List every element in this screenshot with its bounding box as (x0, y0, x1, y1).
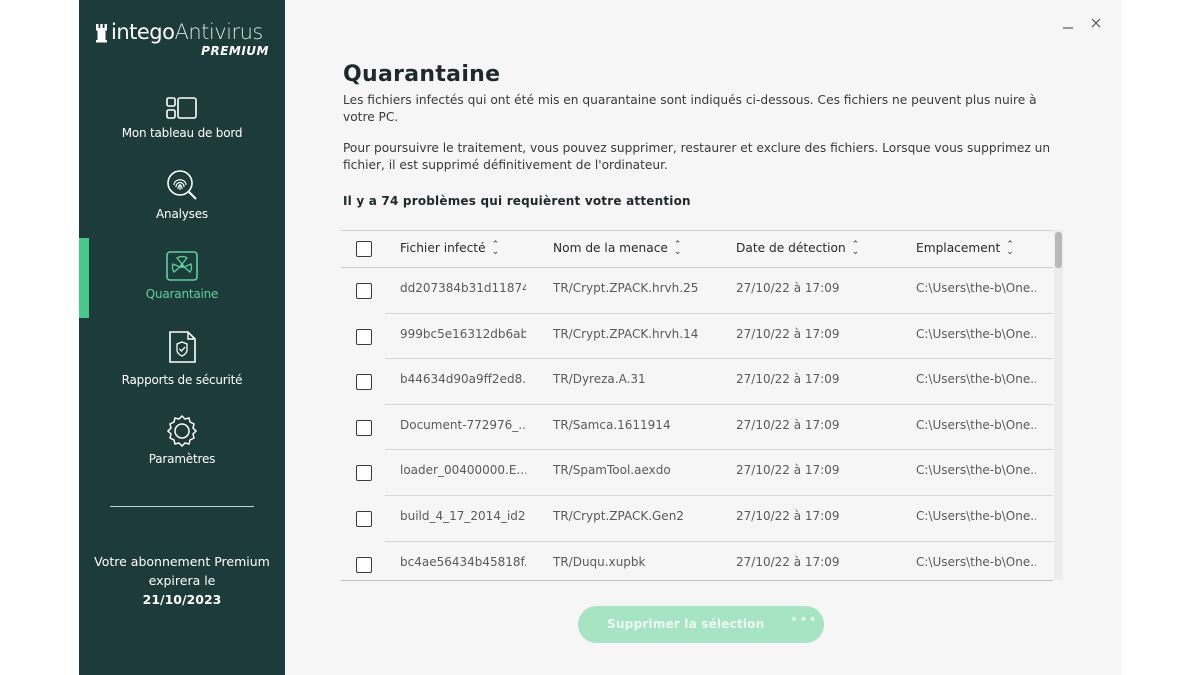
sidebar-item-label: Paramètres (148, 452, 216, 466)
gear-icon (166, 414, 198, 448)
cell-threat: TR/Crypt.ZPACK.hrvh.14 (553, 326, 699, 341)
column-header-date[interactable]: Date de détection ⌃ ⌄ (736, 239, 860, 257)
table-row[interactable]: bc4ae56434b45818f... TR/Duqu.xupbk 27/10… (341, 542, 1053, 580)
table-row[interactable]: b44634d90a9ff2ed8... TR/Dyreza.A.31 27/1… (341, 359, 1053, 405)
cell-file: build_4_17_2014_id2... (400, 509, 526, 523)
more-options-button[interactable]: ••• (790, 612, 818, 628)
subscription-expiry-date: 21/10/2023 (142, 592, 222, 607)
sort-icon: ⌃ ⌄ (491, 239, 500, 257)
sidebar-item-label: Analyses (156, 207, 208, 221)
cell-file: b44634d90a9ff2ed8... (400, 372, 526, 387)
sidebar: integoAntivirus PREMIUM Mon tableau de b… (79, 0, 285, 675)
sort-icon: ⌃ ⌄ (1006, 239, 1014, 257)
table-header: Fichier infecté ⌃ ⌄ Nom de la menace ⌃ ⌄ Dat… (341, 230, 1053, 268)
subscription-info: Votre abonnement Premium expirera le 21/… (79, 552, 285, 609)
sidebar-item-settings[interactable]: Paramètres (79, 414, 285, 494)
sidebar-item-security-reports[interactable]: Rapports de sécurité (79, 330, 285, 410)
sort-icon: ⌃ ⌄ (851, 239, 860, 257)
row-checkbox[interactable] (356, 328, 372, 345)
description-paragraph-1: Les fichiers infectés qui ont été mis en… (343, 93, 1037, 124)
cell-location: C:\Users\the-b\One... (916, 554, 1036, 569)
sidebar-item-label: Quarantaine (145, 287, 219, 301)
intego-tower-icon (96, 24, 107, 43)
table-row[interactable]: 999bc5e16312db6ab... TR/Crypt.ZPACK.hrvh… (341, 314, 1053, 360)
description-paragraph-2: Pour poursuivre le traitement, vous pouv… (343, 141, 1051, 172)
issues-count: Il y a 74 problèmes qui requièrent votre… (343, 194, 691, 208)
column-header-threat[interactable]: Nom de la menace ⌃ ⌄ (553, 239, 682, 257)
delete-selection-button-group: Supprimer la sélection ••• (578, 606, 824, 643)
close-icon (1091, 18, 1101, 28)
row-checkbox[interactable] (356, 283, 372, 299)
cell-file: 999bc5e16312db6ab... (400, 326, 526, 341)
minimize-button[interactable] (1059, 16, 1077, 34)
cell-date: 27/10/22 à 17:09 (736, 509, 840, 523)
cell-file: loader_00400000.E... (400, 463, 526, 478)
scrollbar-track[interactable] (1054, 230, 1063, 580)
table-bottom-border (341, 580, 1053, 581)
cell-file: dd207384b31d11874... (400, 281, 526, 295)
cell-location: C:\Users\the-b\One... (916, 372, 1036, 387)
app-window: integoAntivirus PREMIUM Mon tableau de b… (79, 0, 1121, 675)
table-row[interactable]: dd207384b31d11874... TR/Crypt.ZPACK.hrvh… (341, 268, 1053, 314)
table-row[interactable]: loader_00400000.E... TR/SpamTool.aexdo 2… (341, 450, 1053, 496)
page-title: Quarantaine (343, 62, 501, 87)
select-all-checkbox[interactable] (356, 241, 372, 257)
sidebar-item-dashboard[interactable]: Mon tableau de bord (79, 96, 285, 176)
edition-label: PREMIUM (201, 44, 269, 58)
table-row[interactable]: Document-772976_... TR/Samca.1611914 27/… (341, 405, 1053, 451)
sidebar-item-label: Mon tableau de bord (121, 126, 243, 140)
cell-date: 27/10/22 à 17:09 (736, 326, 840, 341)
quarantine-icon (166, 251, 198, 281)
subscription-text-line2: expirera le (148, 573, 216, 588)
cell-threat: TR/Duqu.xupbk (553, 554, 646, 569)
table-row[interactable]: build_4_17_2014_id2... TR/Crypt.ZPACK.Ge… (341, 496, 1053, 542)
cell-date: 27/10/22 à 17:09 (736, 281, 840, 295)
row-checkbox[interactable] (356, 465, 372, 482)
cell-threat: TR/Crypt.ZPACK.hrvh.25 (553, 281, 699, 295)
report-icon (169, 331, 196, 363)
brand-name: integoAntivirus (111, 20, 263, 44)
close-button[interactable] (1087, 16, 1105, 34)
cell-location: C:\Users\the-b\One... (916, 509, 1036, 523)
sidebar-item-quarantine[interactable]: Quarantaine (79, 250, 285, 330)
cell-threat: TR/Samca.1611914 (553, 417, 671, 432)
cell-date: 27/10/22 à 17:09 (736, 372, 840, 387)
minimize-icon (1063, 27, 1073, 29)
subscription-text-line1: Votre abonnement Premium (94, 554, 270, 569)
cell-threat: TR/Crypt.ZPACK.Gen2 (553, 509, 684, 523)
sidebar-divider (110, 506, 254, 507)
cell-file: bc4ae56434b45818f... (400, 554, 526, 569)
cell-location: C:\Users\the-b\One... (916, 417, 1036, 432)
cell-threat: TR/Dyreza.A.31 (553, 372, 646, 387)
cell-date: 27/10/22 à 17:09 (736, 417, 840, 432)
sidebar-item-analyses[interactable]: Analyses (79, 168, 285, 248)
sidebar-item-label: Rapports de sécurité (121, 373, 243, 387)
dashboard-icon (166, 97, 197, 119)
column-header-file[interactable]: Fichier infecté ⌃ ⌄ (400, 239, 500, 257)
row-checkbox[interactable] (356, 419, 372, 436)
cell-threat: TR/SpamTool.aexdo (553, 463, 671, 478)
sort-icon: ⌃ ⌄ (673, 239, 682, 257)
fingerprint-search-icon (167, 170, 197, 200)
cell-location: C:\Users\the-b\One... (916, 326, 1036, 341)
row-checkbox[interactable] (356, 511, 372, 527)
cell-location: C:\Users\the-b\One... (916, 281, 1036, 295)
cell-file: Document-772976_... (400, 417, 526, 432)
quarantine-table: Fichier infecté ⌃ ⌄ Nom de la menace ⌃ ⌄ Dat… (341, 230, 1063, 582)
cell-date: 27/10/22 à 17:09 (736, 554, 840, 569)
row-checkbox[interactable] (356, 374, 372, 391)
delete-selection-button[interactable]: Supprimer la sélection (607, 617, 764, 631)
cell-date: 27/10/22 à 17:09 (736, 463, 840, 478)
app-logo: integoAntivirus PREMIUM (95, 20, 275, 60)
row-checkbox[interactable] (356, 556, 372, 573)
cell-location: C:\Users\the-b\One... (916, 463, 1036, 478)
scrollbar-thumb[interactable] (1055, 232, 1062, 268)
column-header-location[interactable]: Emplacement ⌃ ⌄ (916, 239, 1014, 257)
main-content: Quarantaine Les fichiers infectés qui on… (285, 0, 1121, 675)
